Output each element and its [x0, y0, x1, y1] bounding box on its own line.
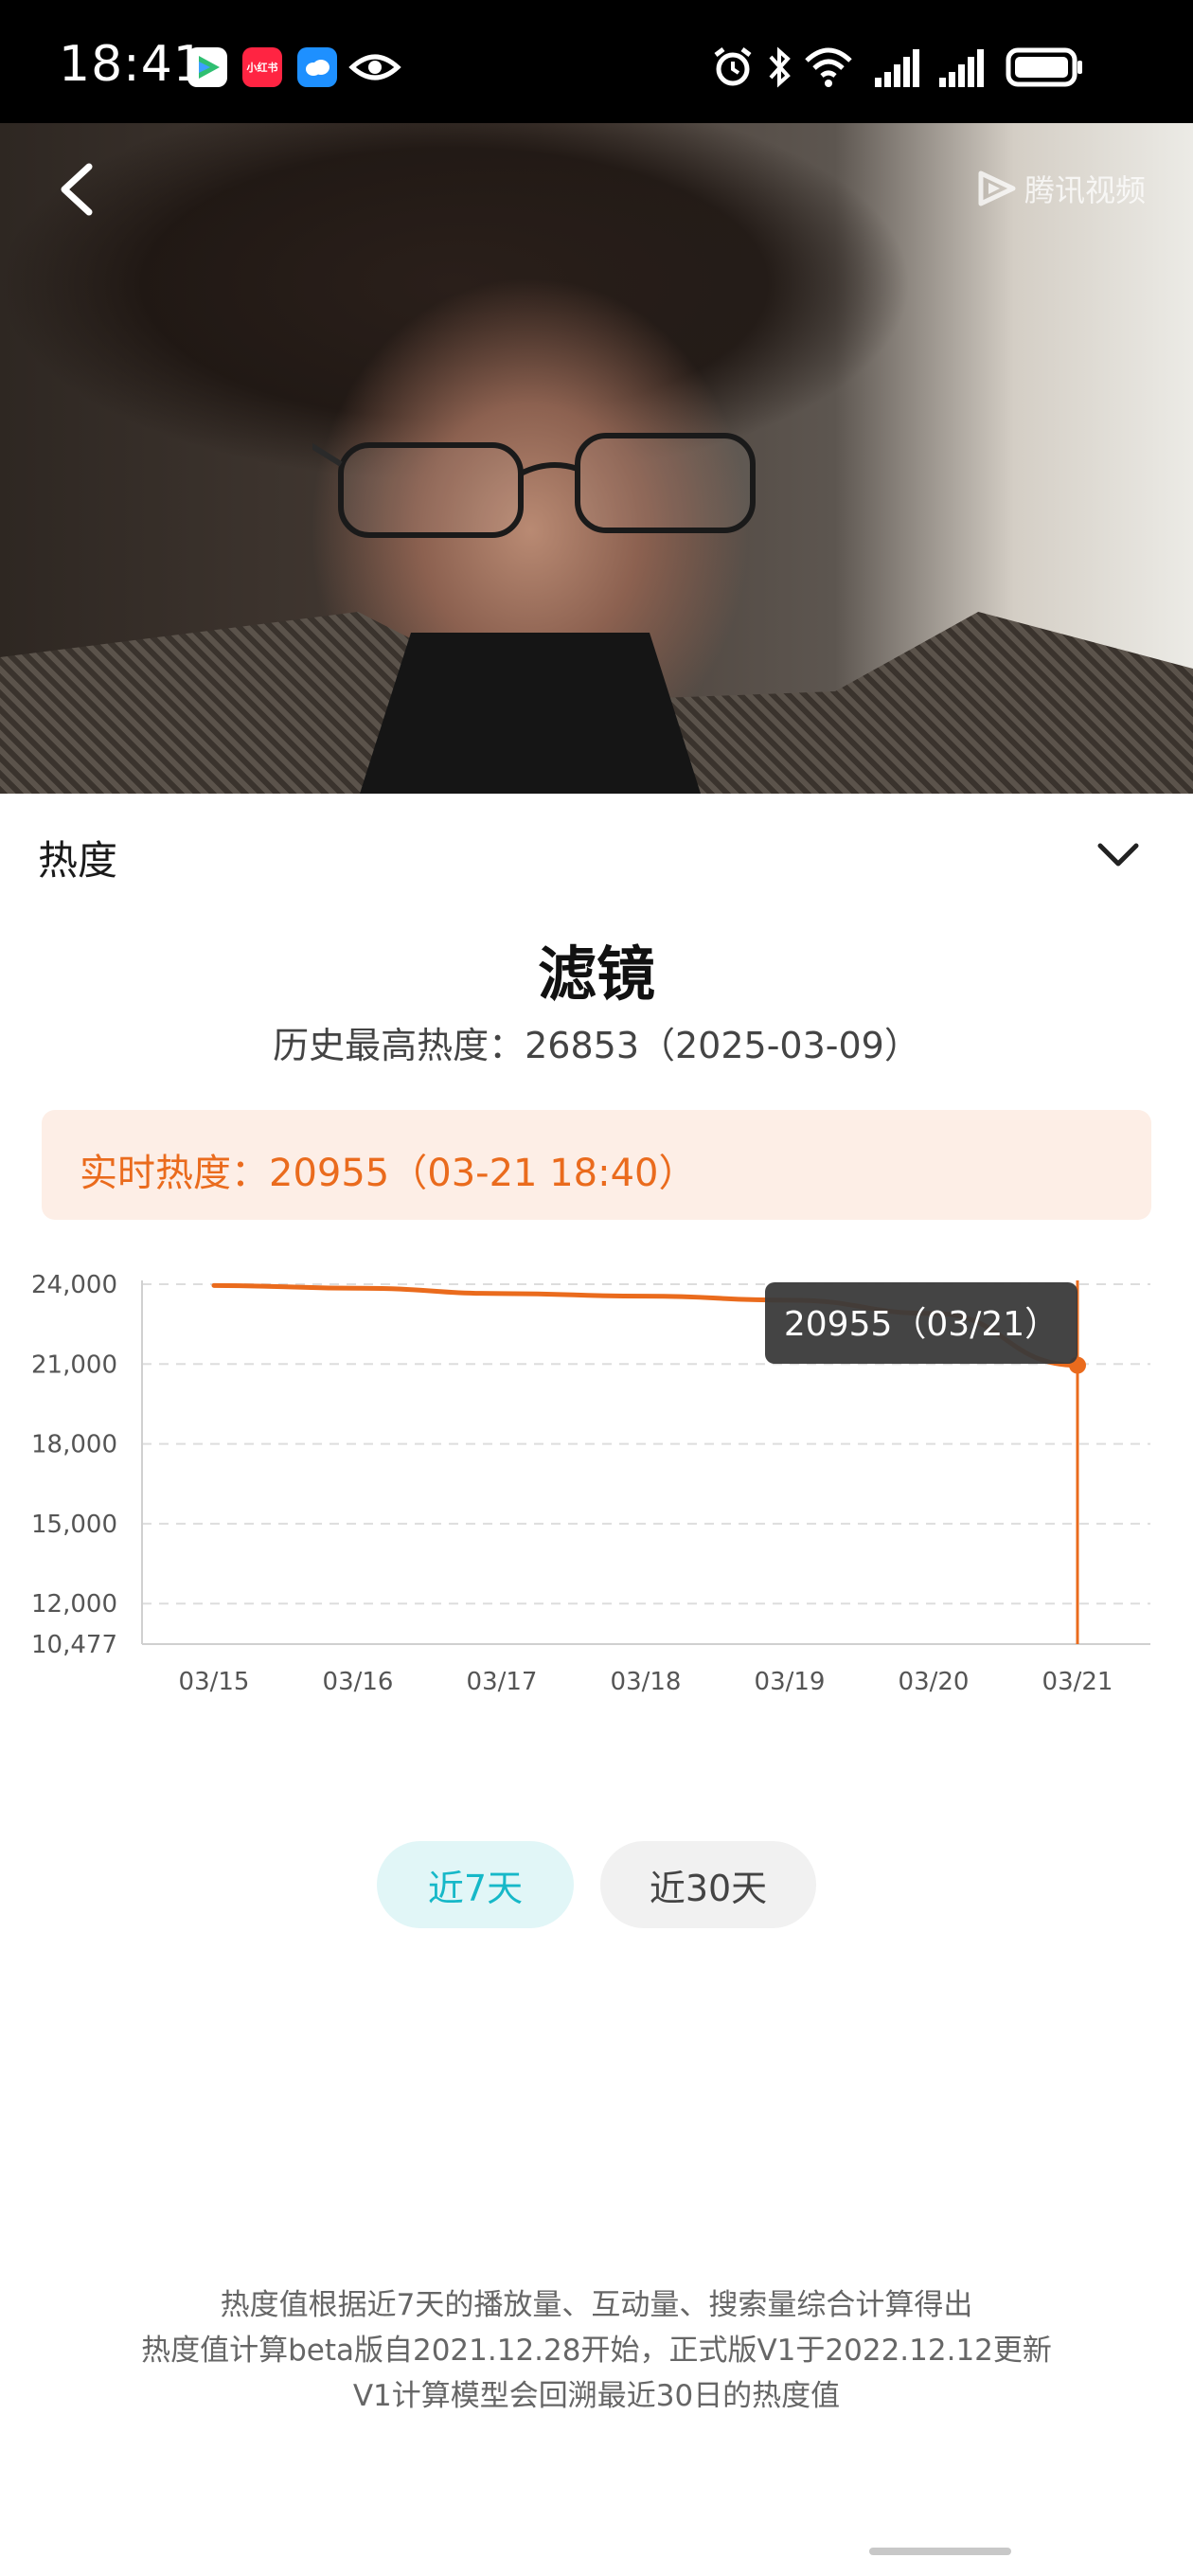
footnote-line-3: V1计算模型会回溯最近30日的热度值 — [352, 2379, 841, 2413]
history-high: 历史最高热度：26853（2025-03-09） — [273, 1025, 920, 1066]
xiaohongshu-icon: 小红书 — [242, 47, 282, 87]
video-app-icon — [187, 47, 227, 87]
signal-icon — [939, 49, 984, 87]
signal-icon — [875, 49, 919, 87]
status-bar: 18:41 小红书 — [0, 0, 1193, 123]
heat-line-chart[interactable]: 24,000 21,000 18,000 15,000 12,000 10,477 03/1… — [0, 1250, 1193, 1705]
hero-image — [0, 123, 1193, 794]
y-tick-label: 15,000 — [31, 1511, 117, 1539]
tab-30-days[interactable]: 近30天 — [600, 1841, 816, 1928]
cloud-app-icon — [297, 47, 337, 87]
realtime-heat-box: 实时热度：20955（03-21 18:40） — [42, 1110, 1151, 1220]
realtime-heat: 实时热度：20955（03-21 18:40） — [80, 1152, 697, 1195]
back-arrow-icon[interactable] — [55, 161, 98, 218]
y-tick-label: 24,000 — [31, 1271, 117, 1299]
y-tick-label: 12,000 — [31, 1590, 117, 1619]
status-time: 18:41 — [59, 36, 205, 93]
heat-section-title: 热度 — [38, 837, 118, 884]
x-tick-label: 03/20 — [899, 1668, 970, 1696]
bluetooth-icon — [769, 46, 791, 88]
x-tick-label: 03/21 — [1042, 1668, 1113, 1696]
wifi-icon — [805, 47, 852, 87]
x-tick-label: 03/19 — [755, 1668, 826, 1696]
footnote-line-1: 热度值根据近7天的播放量、互动量、搜索量综合计算得出 — [220, 2288, 973, 2322]
y-tick-label: 21,000 — [31, 1351, 117, 1379]
show-title: 滤镜 — [537, 939, 655, 1009]
home-indicator — [869, 2548, 1011, 2555]
x-tick-label: 03/16 — [323, 1668, 394, 1696]
watermark-text: 腾讯视频 — [1024, 172, 1146, 208]
tab-7-days[interactable]: 近7天 — [377, 1841, 574, 1928]
tencent-video-icon — [978, 170, 1016, 206]
chart-tooltip-text: 20955（03/21） — [784, 1305, 1059, 1344]
watermark: 腾讯视频 — [975, 167, 1146, 210]
glasses-graphic — [312, 433, 756, 538]
x-tick-label: 03/17 — [467, 1668, 538, 1696]
hero-shirt — [360, 633, 701, 794]
footnote: 热度值根据近7天的播放量、互动量、搜索量综合计算得出 热度值计算beta版自20… — [0, 2282, 1193, 2419]
y-tick-label: 18,000 — [31, 1431, 117, 1459]
eye-icon — [348, 47, 401, 87]
y-tick-label: 10,477 — [31, 1631, 117, 1659]
x-tick-label: 03/18 — [611, 1668, 682, 1696]
x-tick-label: 03/15 — [179, 1668, 250, 1696]
battery-icon — [1006, 47, 1082, 87]
chevron-down-icon[interactable] — [1096, 841, 1140, 869]
alarm-icon — [714, 47, 752, 86]
footnote-line-2: 热度值计算beta版自2021.12.28开始，正式版V1于2022.12.12… — [141, 2334, 1052, 2368]
